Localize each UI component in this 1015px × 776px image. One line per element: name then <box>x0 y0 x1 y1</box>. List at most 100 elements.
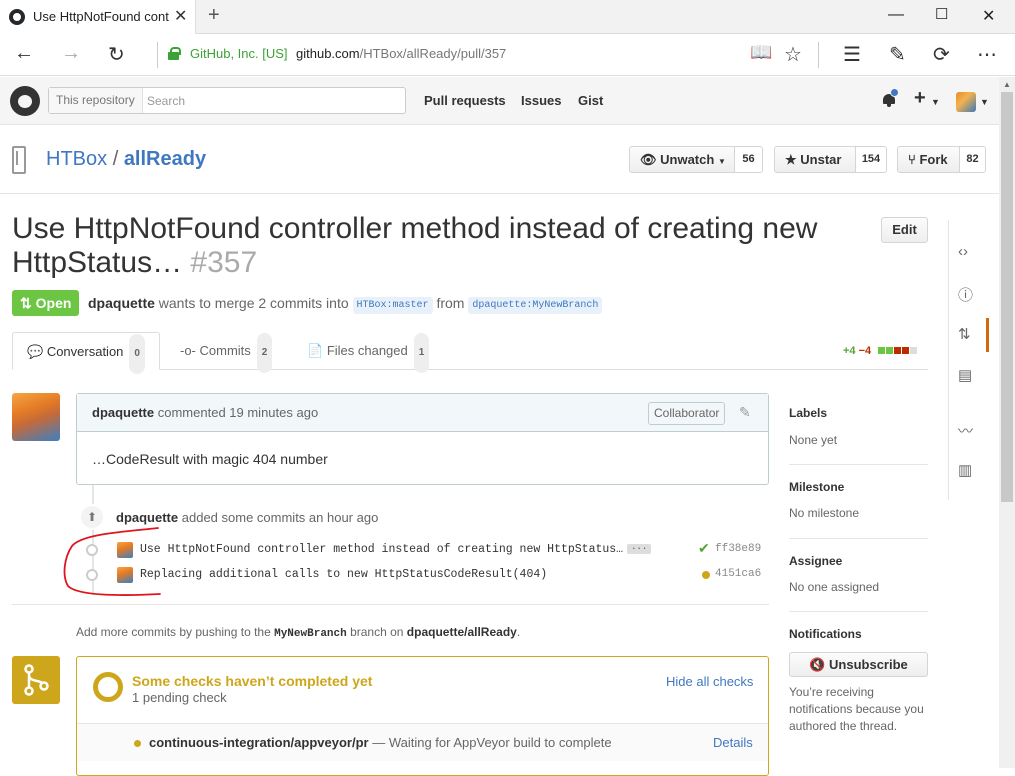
check-success-icon[interactable]: ✔ <box>698 540 710 557</box>
hide-all-checks-link[interactable]: Hide all checks <box>666 674 753 689</box>
assignee-heading[interactable]: Assignee <box>789 554 842 568</box>
code-icon[interactable]: ‹› <box>958 243 968 260</box>
file-diff-icon: 📄 <box>307 343 324 358</box>
checks-box: Some checks haven’t completed yet 1 pend… <box>76 656 769 776</box>
expand-ellipsis-button[interactable]: ··· <box>627 544 652 554</box>
edit-button[interactable]: Edit <box>881 217 928 243</box>
reading-view-icon[interactable]: 📖 <box>750 42 772 63</box>
divider <box>789 611 928 612</box>
chevron-down-icon[interactable]: ▼ <box>931 97 940 107</box>
unstar-button[interactable]: ★ Unstar <box>774 146 856 173</box>
chevron-down-icon[interactable]: ▼ <box>980 97 989 107</box>
search-input[interactable]: This repository Search <box>48 87 406 114</box>
pending-status-icon[interactable] <box>702 571 710 579</box>
nav-issues[interactable]: Issues <box>521 93 561 108</box>
check-row: continuous-integration/appveyor/pr — Wai… <box>77 723 768 761</box>
watch-count[interactable]: 56 <box>735 146 763 173</box>
checks-subtitle: 1 pending check <box>132 690 227 705</box>
comment-header: dpaquette commented 19 minutes ago Colla… <box>77 394 768 432</box>
refresh-icon[interactable]: ↻ <box>108 42 125 67</box>
avatar[interactable] <box>12 393 60 441</box>
divider <box>818 42 819 68</box>
pr-meta: dpaquette wants to merge 2 commits into … <box>88 295 603 314</box>
tab-files-changed[interactable]: 📄 Files changed 1 <box>307 332 430 373</box>
browser-tab[interactable]: Use HttpNotFound cont ✕ <box>0 0 196 34</box>
share-icon[interactable]: ⟳ <box>933 42 950 67</box>
pencil-icon[interactable]: ✎ <box>739 404 751 421</box>
details-link[interactable]: Details <box>713 735 753 750</box>
commit-sha[interactable]: 4151ca6 <box>715 568 761 580</box>
pr-title-text: Use HttpNotFound controller method inste… <box>12 212 818 279</box>
github-logo-icon[interactable] <box>10 86 40 116</box>
collaborator-badge: Collaborator <box>648 402 726 425</box>
forward-icon[interactable]: → <box>61 42 81 65</box>
certificate-label[interactable]: GitHub, Inc. [US] <box>190 46 288 61</box>
tab-commits[interactable]: -o- Commits 2 <box>180 332 273 373</box>
maximize-icon[interactable]: ☐ <box>935 5 948 23</box>
labels-heading[interactable]: Labels <box>789 406 827 420</box>
scroll-up-icon[interactable]: ▲ <box>1003 80 1011 89</box>
merge-icon <box>12 656 60 704</box>
more-icon[interactable]: ⋯ <box>977 42 997 67</box>
pull-request-icon[interactable]: ⇅ <box>958 325 971 343</box>
pr-author-link[interactable]: dpaquette <box>88 295 155 311</box>
red-annotation-mark <box>63 527 161 596</box>
commit-message[interactable]: Use HttpNotFound controller method inste… <box>140 543 652 556</box>
minimize-icon[interactable]: — <box>888 6 904 24</box>
unwatch-button[interactable]: 👁 Unwatch ▼ <box>629 146 735 173</box>
nav-pull-requests[interactable]: Pull requests <box>424 93 506 108</box>
commit-icon: -o- <box>180 343 196 358</box>
star-count[interactable]: 154 <box>856 146 887 173</box>
mute-icon: 🔇 <box>809 657 826 672</box>
user-avatar[interactable] <box>956 92 976 112</box>
comment-icon: 💬 <box>27 344 44 359</box>
eye-icon: 👁 <box>640 152 657 167</box>
head-branch[interactable]: dpaquette:MyNewBranch <box>468 297 603 314</box>
fork-button[interactable]: ⑂ Fork <box>897 146 960 173</box>
nav-gist[interactable]: Gist <box>578 93 603 108</box>
close-tab-icon[interactable]: ✕ <box>174 6 187 26</box>
repo-header: HTBox / allReady 👁 Unwatch ▼ 56 ★ Unstar… <box>0 126 999 194</box>
issues-icon[interactable]: ⓘ <box>958 284 973 305</box>
address-bar[interactable]: github.com/HTBox/allReady/pull/357 <box>296 46 506 61</box>
status-badge: ⇅ Open <box>12 290 80 316</box>
tab-count: 2 <box>256 333 273 373</box>
fork-repo-link[interactable]: dpaquette/allReady <box>407 625 517 639</box>
back-icon[interactable]: ← <box>14 42 34 65</box>
check-name: continuous-integration/appveyor/pr <box>149 735 369 750</box>
milestone-heading[interactable]: Milestone <box>789 480 844 494</box>
unread-indicator <box>890 88 899 97</box>
repo-name-link[interactable]: allReady <box>124 148 206 170</box>
pulse-icon[interactable]: 〰 <box>958 420 973 441</box>
milestone-value: No milestone <box>789 506 860 520</box>
graphs-icon[interactable]: ▥ <box>958 461 972 479</box>
notifications-text: You’re receiving notifications because y… <box>789 685 924 733</box>
scrollbar-thumb[interactable] <box>1001 92 1013 502</box>
create-new-icon[interactable]: + <box>914 87 926 110</box>
tab-conversation[interactable]: 💬 Conversation 0 <box>12 332 160 374</box>
commit-message[interactable]: Replacing additional calls to new HttpSt… <box>140 568 547 581</box>
comment-box: dpaquette commented 19 minutes ago Colla… <box>76 393 769 485</box>
event-author-link[interactable]: dpaquette <box>116 510 178 525</box>
browser-navbar: ← → ↻ GitHub, Inc. [US] github.com/HTBox… <box>0 34 1015 76</box>
comment-timestamp[interactable]: commented 19 minutes ago <box>158 405 318 420</box>
pr-tabs: 💬 Conversation 0 -o- Commits 2 📄 Files cha… <box>12 332 928 374</box>
page-title: Use HttpNotFound controller method inste… <box>12 212 842 280</box>
repo-owner-link[interactable]: HTBox <box>46 148 107 170</box>
comment-author-link[interactable]: dpaquette <box>92 405 154 420</box>
commit-row: Use HttpNotFound controller method inste… <box>86 540 766 560</box>
favorite-star-icon[interactable]: ☆ <box>784 42 802 67</box>
fork-count[interactable]: 82 <box>960 146 986 173</box>
divider <box>789 464 928 465</box>
hub-icon[interactable]: ☰ <box>843 42 861 67</box>
web-note-icon[interactable]: ✎ <box>889 42 906 67</box>
commit-sha[interactable]: ff38e89 <box>715 543 761 555</box>
close-window-icon[interactable]: ✕ <box>982 6 995 26</box>
new-tab-icon[interactable]: + <box>208 4 220 27</box>
wiki-icon[interactable]: ▤ <box>958 366 972 384</box>
unsubscribe-button[interactable]: 🔇 Unsubscribe <box>789 652 928 677</box>
fork-icon: ⑂ <box>908 152 916 167</box>
browser-titlebar: Use HttpNotFound cont ✕ + — ☐ ✕ <box>0 0 1015 34</box>
base-branch[interactable]: HTBox:master <box>352 297 433 314</box>
commits-event: dpaquette added some commits an hour ago <box>116 510 379 525</box>
